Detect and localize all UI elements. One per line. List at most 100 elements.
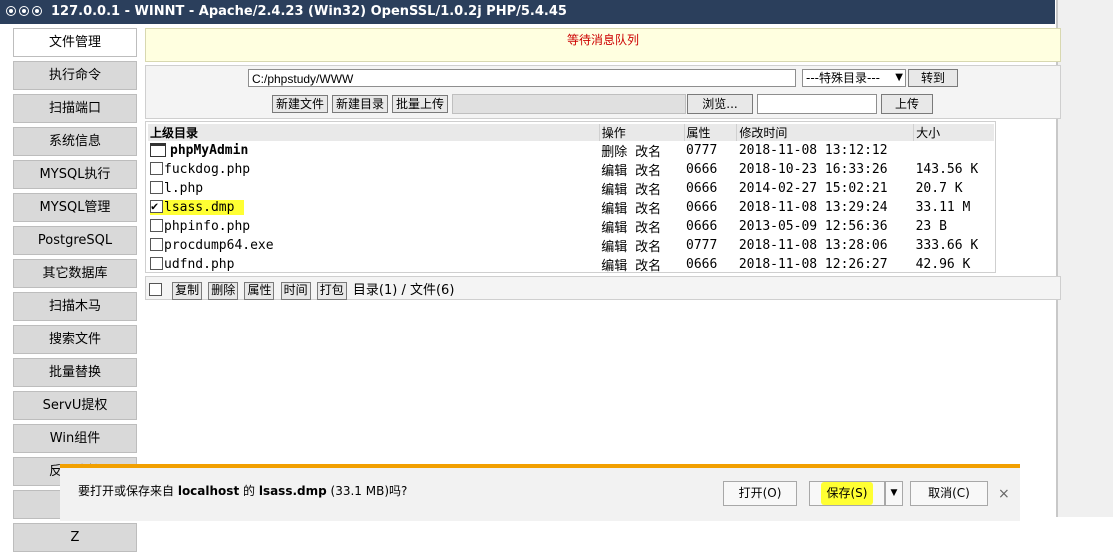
batch-upload-button[interactable]: 批量上传: [392, 95, 448, 113]
menu-item-batch-replace[interactable]: 批量替换: [13, 358, 137, 387]
folder-mtime: 2018-11-08 13:12:12: [738, 143, 888, 158]
folder-cell[interactable]: phpMyAdmin: [148, 141, 599, 160]
file-mtime: 2014-02-27 15:02:21: [738, 181, 888, 196]
file-size: 143.56 K: [915, 162, 979, 177]
file-size: 23 B: [915, 219, 947, 234]
row-checkbox[interactable]: [150, 162, 163, 175]
file-size: 33.11 M: [915, 200, 971, 215]
goto-button[interactable]: 转到: [908, 69, 958, 87]
close-icon[interactable]: ×: [998, 486, 1010, 502]
menu-item-exec-command[interactable]: 执行命令: [13, 61, 137, 90]
menu-item-win-component[interactable]: Win组件: [13, 424, 137, 453]
table-row: phpinfo.php 编辑 改名 0666 2013-05-09 12:56:…: [148, 217, 994, 236]
menu-item-mysql-manage[interactable]: MYSQL管理: [13, 193, 137, 222]
save-options-dropdown[interactable]: ▼: [885, 481, 903, 506]
browse-button[interactable]: 浏览...: [687, 94, 753, 114]
menu-item-scan-trojan[interactable]: 扫描木马: [13, 292, 137, 321]
file-ops[interactable]: 编辑 改名: [599, 179, 684, 198]
file-name[interactable]: udfnd.php: [164, 257, 234, 272]
new-dir-button[interactable]: 新建目录: [332, 95, 388, 113]
file-name[interactable]: fuckdog.php: [164, 162, 250, 177]
row-checkbox[interactable]: [150, 181, 163, 194]
menu-item-other-db[interactable]: 其它数据库: [13, 259, 137, 288]
download-notification-bar: 要打开或保存来自 localhost 的 lsass.dmp (33.1 MB)…: [60, 464, 1020, 521]
selection-highlight: ✔ lsass.dmp: [150, 199, 245, 215]
menu-item-z[interactable]: Z: [13, 523, 137, 552]
menu-item-mysql-exec[interactable]: MYSQL执行: [13, 160, 137, 189]
batch-action-bar: 复制 删除 属性 时间 打包 目录(1) / 文件(6): [145, 276, 1061, 300]
file-list-panel: 上级目录 操作 属性 修改时间 大小 phpMyAdmin 删除 改名 0777…: [145, 121, 996, 274]
col-parent-dir[interactable]: 上级目录: [148, 124, 600, 141]
right-margin: [1058, 0, 1113, 517]
download-host: localhost: [177, 484, 240, 498]
download-size: (33.1 MB)吗?: [326, 484, 408, 498]
file-name[interactable]: phpinfo.php: [164, 219, 250, 234]
col-size: 大小: [913, 124, 994, 141]
pack-button[interactable]: 打包: [316, 281, 347, 300]
menu-item-postgresql[interactable]: PostgreSQL: [13, 226, 137, 255]
file-name[interactable]: lsass.dmp: [164, 200, 234, 215]
path-input[interactable]: C:/phpstudy/WWW: [248, 69, 796, 87]
col-attr: 属性: [684, 124, 738, 141]
window-control-icons[interactable]: [6, 0, 45, 24]
menu-item-system-info[interactable]: 系统信息: [13, 127, 137, 156]
table-row-selected: ✔ lsass.dmp 编辑 改名 0666 2018-11-08 13:29:2…: [148, 198, 994, 217]
window-title: 127.0.0.1 - WINNT - Apache/2.4.23 (Win32…: [51, 4, 567, 19]
folder-name[interactable]: phpMyAdmin: [170, 143, 248, 158]
special-dir-value: ---特殊目录---: [806, 71, 880, 85]
time-button[interactable]: 时间: [280, 281, 311, 300]
download-mid: 的: [239, 484, 259, 498]
col-mtime: 修改时间: [736, 124, 915, 141]
file-ops[interactable]: 编辑 改名: [599, 160, 684, 179]
special-dir-select[interactable]: ---特殊目录--- ▼: [802, 69, 906, 87]
file-ops[interactable]: 编辑 改名: [599, 236, 684, 255]
file-mtime: 2018-11-08 13:28:06: [738, 238, 888, 253]
file-attr: 0666: [686, 162, 718, 177]
upload-button[interactable]: 上传: [881, 94, 933, 114]
save-label: 保存(S): [820, 482, 874, 505]
file-mtime: 2018-11-08 12:26:27: [738, 257, 888, 272]
file-toolbar: C:/phpstudy/WWW ---特殊目录--- ▼ 转到 新建文件 新建目录…: [145, 65, 1061, 119]
row-checkbox[interactable]: [150, 219, 163, 232]
chevron-down-icon: ▼: [890, 488, 898, 498]
table-row: procdump64.exe 编辑 改名 0777 2018-11-08 13:…: [148, 236, 994, 255]
save-button[interactable]: 保存(S): [809, 481, 885, 506]
row-checkbox[interactable]: [150, 257, 163, 270]
cancel-button[interactable]: 取消(C): [910, 481, 988, 506]
delete-button[interactable]: 删除: [208, 281, 239, 300]
new-file-button[interactable]: 新建文件: [272, 95, 328, 113]
menu-item-servu[interactable]: ServU提权: [13, 391, 137, 420]
file-attr: 0777: [686, 238, 718, 253]
menu-item-file-manager[interactable]: 文件管理: [13, 28, 137, 57]
menu-item-port-scan[interactable]: 扫描端口: [13, 94, 137, 123]
upload-name-input[interactable]: [757, 94, 877, 114]
row-checkbox-checked[interactable]: ✔: [150, 199, 163, 213]
file-attr: 0666: [686, 181, 718, 196]
file-table: 上级目录 操作 属性 修改时间 大小 phpMyAdmin 删除 改名 0777…: [148, 124, 994, 274]
folder-ops[interactable]: 删除 改名: [599, 141, 684, 160]
select-all-checkbox[interactable]: [149, 283, 162, 296]
table-row-folder: phpMyAdmin 删除 改名 0777 2018-11-08 13:12:1…: [148, 141, 994, 160]
copy-button[interactable]: 复制: [172, 281, 203, 300]
download-prefix: 要打开或保存来自: [78, 484, 178, 498]
row-checkbox[interactable]: [150, 238, 163, 251]
file-name[interactable]: l.php: [164, 181, 203, 196]
file-path-box[interactable]: [452, 94, 686, 114]
file-ops[interactable]: 编辑 改名: [599, 198, 684, 217]
file-ops[interactable]: 编辑 改名: [599, 255, 684, 274]
download-file: lsass.dmp: [258, 484, 327, 498]
dir-file-summary: 目录(1) / 文件(6): [352, 283, 455, 298]
attr-button[interactable]: 属性: [244, 281, 275, 300]
open-button[interactable]: 打开(O): [723, 481, 797, 506]
file-ops[interactable]: 编辑 改名: [599, 217, 684, 236]
folder-icon: [150, 142, 166, 157]
file-attr: 0666: [686, 257, 718, 272]
message-queue-banner: 等待消息队列: [145, 28, 1061, 62]
menu-item-search-file[interactable]: 搜索文件: [13, 325, 137, 354]
file-name[interactable]: procdump64.exe: [164, 238, 274, 253]
download-message: 要打开或保存来自 localhost 的 lsass.dmp (33.1 MB)…: [78, 482, 407, 499]
file-size: 20.7 K: [915, 181, 963, 196]
folder-size: [914, 141, 994, 160]
chevron-down-icon: ▼: [895, 72, 903, 83]
file-size: 42.96 K: [915, 257, 971, 272]
